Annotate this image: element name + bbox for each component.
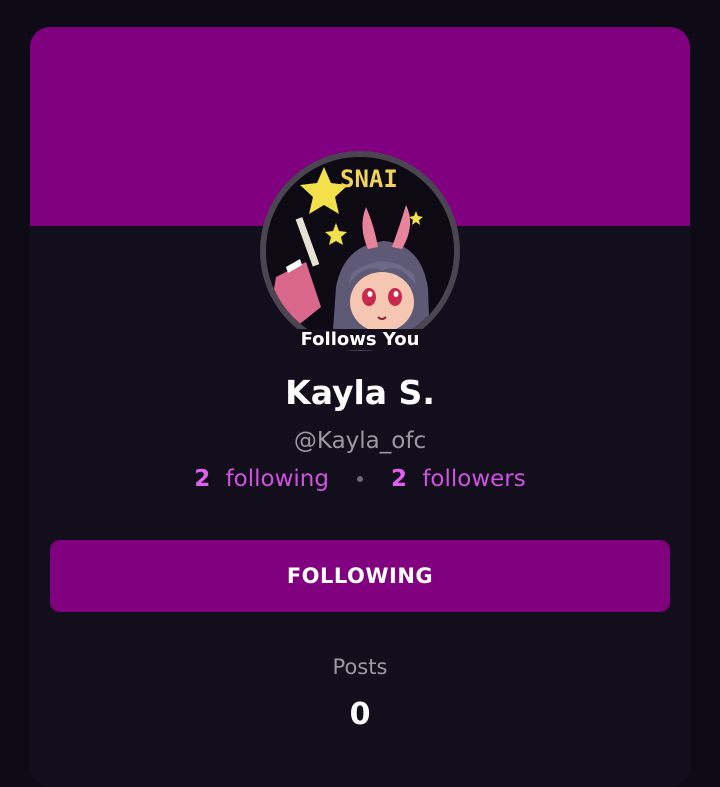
follow-stats: 2 following 2 followers [30, 463, 690, 495]
separator-dot [356, 476, 363, 482]
profile-handle: @Kayla_ofc [293, 428, 427, 454]
following-link[interactable]: 2 following [194, 466, 329, 492]
following-button[interactable]: FOLLOWING [50, 540, 670, 612]
posts-label: Posts [332, 655, 388, 679]
avatar-text: SNAI [340, 165, 398, 193]
posts-count: 0 [349, 697, 371, 732]
following-label: following [225, 466, 329, 492]
avatar[interactable]: SNAI [260, 151, 460, 351]
profile-card: SNAI Follows You Kayla S. @Kayla_ofc 2 f… [30, 27, 690, 787]
followers-label: followers [422, 466, 526, 492]
follows-you-badge: Follows You [30, 323, 690, 357]
following-count: 2 [194, 466, 211, 492]
avatar-image: SNAI [266, 157, 454, 345]
profile-name: Kayla S. [285, 373, 435, 412]
followers-count: 2 [390, 466, 407, 492]
followers-link[interactable]: 2 followers [391, 466, 526, 492]
follows-you-label: Follows You [294, 329, 426, 350]
